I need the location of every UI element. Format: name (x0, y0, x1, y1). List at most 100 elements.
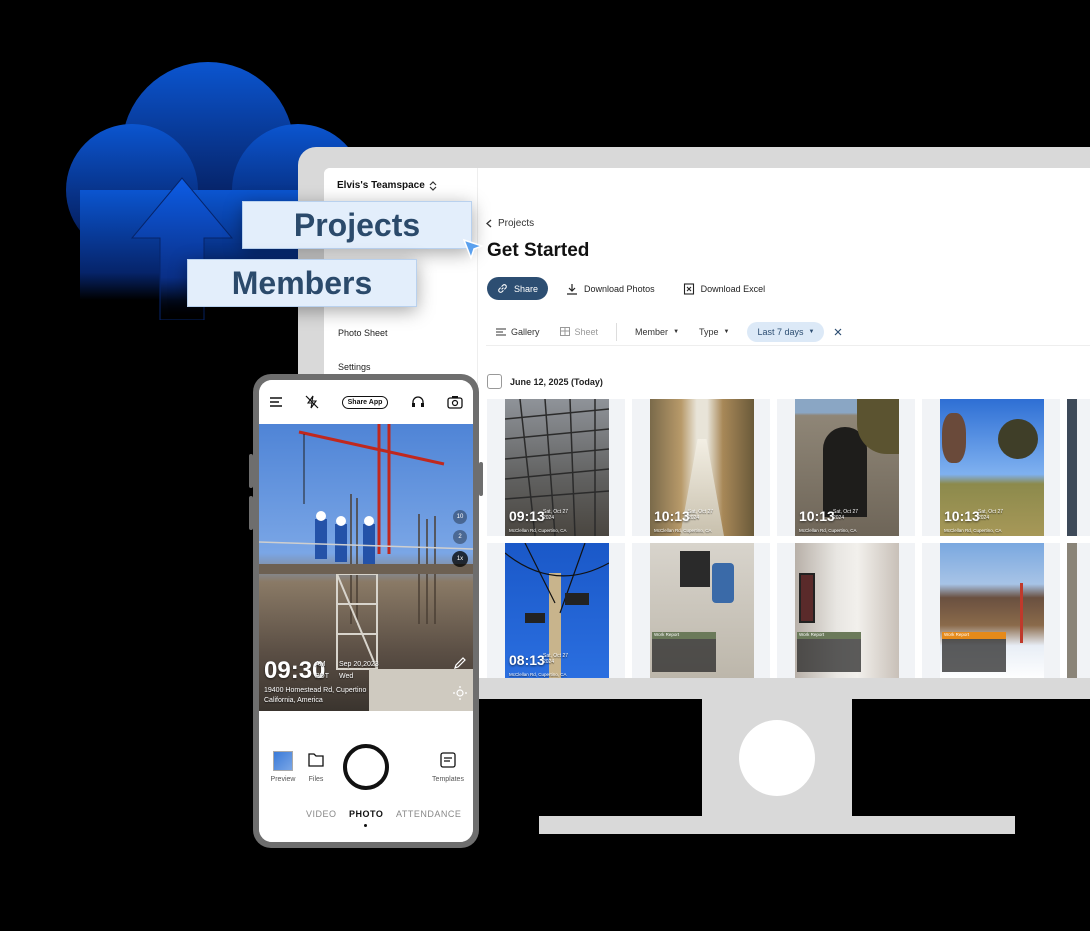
close-icon (835, 328, 842, 335)
select-all-checkbox[interactable] (487, 374, 502, 389)
photo-thumbnail: 08:13 Sat, Oct 27 2024 McClellan Rd, Cupe… (505, 543, 609, 678)
brightness-icon[interactable] (453, 686, 467, 700)
photo-address: McClellan Rd, Cupertino, CA (509, 672, 567, 677)
table-icon (559, 327, 570, 336)
flash-off-icon[interactable] (305, 395, 319, 409)
photo-card[interactable] (1067, 399, 1090, 536)
mode-video[interactable]: VIDEO (306, 809, 337, 819)
filter-bar: Gallery Sheet Member ▼ Type ▼ Last 7 day… (486, 318, 1090, 346)
photo-date: Sat, Oct 27 2024 (978, 509, 1004, 521)
timestamp-tz: PDT (315, 673, 329, 680)
tree (998, 419, 1038, 459)
phone-device: Share App 10 2 1x 09:30 AM PDT Sep 20,20… (249, 374, 483, 848)
view-sheet-toggle[interactable]: Sheet (550, 322, 609, 342)
camera-toolbar: Share App (259, 380, 473, 424)
zoom-1x-button[interactable]: 1x (452, 551, 468, 567)
preview-thumbnail[interactable] (273, 751, 293, 771)
photo-card[interactable]: 10:13 Sat, Oct 27 2024 McClellan Rd, Cupe… (632, 399, 770, 536)
page-title: Get Started (487, 240, 590, 261)
work-report-title: Work Report (797, 632, 861, 639)
main-content: Projects Get Started Share Download Phot… (478, 168, 1090, 678)
date-range-filter[interactable]: Last 7 days ▼ (747, 321, 825, 342)
action-bar: Share Download Photos Download Excel (487, 277, 776, 300)
sidebar-item-settings[interactable]: Settings (338, 362, 371, 372)
work-report-title: Work Report (942, 632, 1006, 639)
tree (942, 413, 966, 463)
caret-down-icon: ▼ (808, 328, 815, 335)
work-report-overlay: Work Report (942, 632, 1006, 672)
download-photos-button[interactable]: Download Photos (556, 277, 665, 300)
photo-card[interactable]: 09:13 Sat, Oct 27 2024 McClellan Rd, Cupe… (487, 399, 625, 536)
gallery-label: Gallery (511, 326, 540, 337)
painting (799, 573, 815, 623)
photo-time: 08:13 (509, 652, 545, 668)
photo-address: McClellan Rd, Cupertino, CA (509, 528, 567, 533)
photo-card[interactable]: Work Report (922, 543, 1060, 678)
wires (712, 563, 734, 603)
photo-thumbnail: 10:13 Sat, Oct 27 2024 McClellan Rd, Cupe… (940, 399, 1044, 536)
photo-card[interactable] (1067, 543, 1090, 678)
date-range-label: Last 7 days (757, 326, 804, 337)
work-report-overlay: Work Report (797, 632, 861, 672)
files-icon[interactable] (307, 751, 325, 769)
phone-side-button (249, 496, 253, 530)
share-button[interactable]: Share (487, 277, 549, 300)
mode-indicator-dot (364, 824, 367, 827)
projects-label: Projects (242, 201, 472, 249)
photo-date: Sat, Oct 27 2024 (688, 509, 714, 521)
photo-thumbnail: Work Report (940, 543, 1044, 678)
photo-thumbnail (1067, 543, 1077, 678)
photo-card[interactable]: 10:13 Sat, Oct 27 2024 McClellan Rd, Cupe… (777, 399, 915, 536)
headset-icon[interactable] (411, 395, 425, 409)
mode-attendance[interactable]: ATTENDANCE (396, 809, 461, 819)
zoom-10-button[interactable]: 10 (453, 510, 467, 524)
cursor-icon (462, 238, 484, 260)
shutter-button[interactable] (343, 744, 389, 790)
switch-camera-icon[interactable] (447, 395, 463, 409)
photo-card[interactable]: Work Report (632, 543, 770, 678)
photo-time: 10:13 (799, 508, 835, 524)
zoom-2-button[interactable]: 2 (453, 530, 467, 544)
timestamp-weekday: Wed (339, 673, 354, 680)
photo-thumbnail: 09:13 Sat, Oct 27 2024 McClellan Rd, Cupe… (505, 399, 609, 536)
mode-photo[interactable]: PHOTO (349, 809, 383, 819)
camera-viewfinder[interactable]: 10 2 1x 09:30 AM PDT Sep 20,2023 Wed 194… (259, 424, 473, 711)
electrical-box (680, 551, 710, 587)
photo-thumbnail: Work Report (795, 543, 899, 678)
camera-controls: Preview Files Templates VIDEO PHOTO ATTE… (259, 711, 473, 842)
marker-pole (1020, 583, 1023, 643)
sidebar-item-photo-sheet[interactable]: Photo Sheet (338, 328, 388, 338)
download-excel-button[interactable]: Download Excel (672, 277, 776, 300)
phone-screen: Share App 10 2 1x 09:30 AM PDT Sep 20,20… (259, 380, 473, 842)
menu-icon[interactable] (269, 396, 283, 408)
chevron-updown-icon (429, 180, 437, 191)
breadcrumb[interactable]: Projects (486, 218, 534, 229)
photo-time: 10:13 (654, 508, 690, 524)
photo-card[interactable]: 10:13 Sat, Oct 27 2024 McClellan Rd, Cupe… (922, 399, 1060, 536)
edit-icon[interactable] (453, 656, 467, 670)
workspace-switcher[interactable]: Elvis's Teamspace (337, 180, 437, 191)
caret-down-icon: ▼ (673, 328, 680, 335)
photo-card[interactable]: Work Report (777, 543, 915, 678)
monitor-logo (739, 720, 815, 796)
photo-thumbnail: 10:13 Sat, Oct 27 2024 McClellan Rd, Cupe… (650, 399, 754, 536)
timestamp-ampm: AM (315, 661, 326, 668)
gate-arch (823, 427, 867, 517)
caret-down-icon: ▼ (723, 328, 730, 335)
view-gallery-toggle[interactable]: Gallery (486, 322, 550, 342)
member-filter[interactable]: Member ▼ (625, 322, 689, 342)
type-filter[interactable]: Type ▼ (689, 322, 739, 342)
share-app-button[interactable]: Share App (341, 395, 389, 409)
download-icon (567, 283, 578, 295)
templates-icon[interactable] (439, 751, 457, 769)
photo-thumbnail: 10:13 Sat, Oct 27 2024 McClellan Rd, Cupe… (795, 399, 899, 536)
filter-divider (616, 322, 618, 341)
files-label: Files (308, 776, 324, 783)
photo-thumbnail (1067, 399, 1077, 536)
photo-address: McClellan Rd, Cupertino, CA (654, 528, 712, 533)
clear-filter-button[interactable] (824, 322, 852, 342)
photo-date: Sat, Oct 27 2024 (543, 653, 569, 665)
chevron-left-icon (486, 219, 492, 228)
photo-card[interactable]: 08:13 Sat, Oct 27 2024 McClellan Rd, Cupe… (487, 543, 625, 678)
phone-power-button (479, 462, 483, 496)
